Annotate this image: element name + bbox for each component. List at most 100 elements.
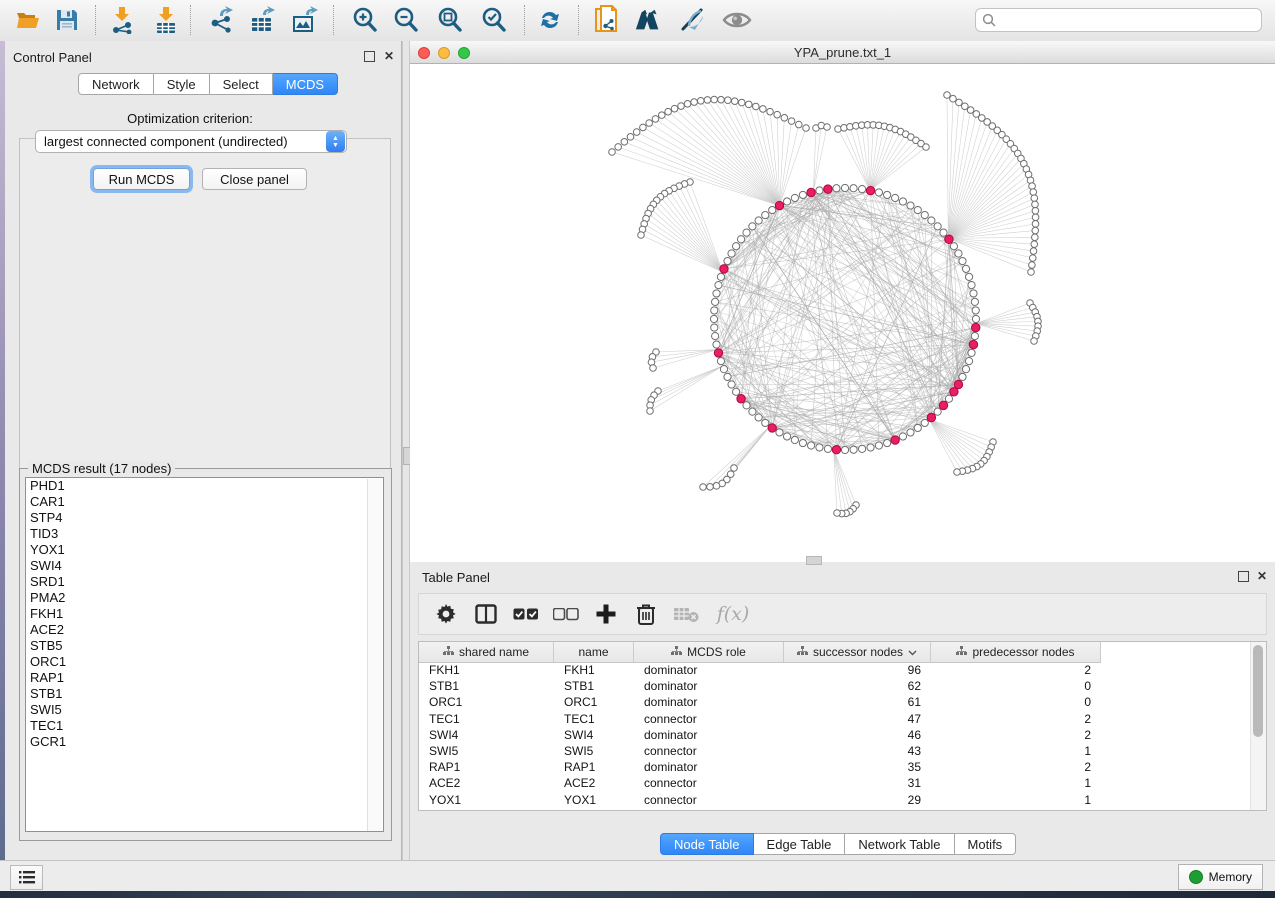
table-cell[interactable]: ORC1 [554,695,634,709]
table-row[interactable]: PHD1PHD1dominator180 [419,808,1101,811]
table-row[interactable]: ORC1ORC1dominator610 [419,694,1101,710]
table-cell[interactable]: SWI5 [554,744,634,758]
table-cell[interactable]: 2 [931,712,1101,726]
table-row[interactable]: RAP1RAP1dominator352 [419,759,1101,775]
mcds-result-item[interactable]: STB5 [26,638,383,654]
mcds-result-item[interactable]: SRD1 [26,574,383,590]
table-scrollbar-thumb[interactable] [1253,645,1263,737]
table-cell[interactable]: SWI5 [419,744,554,758]
table-cell[interactable]: YOX1 [554,793,634,807]
table-cell[interactable]: connector [634,793,784,807]
tab-edge-table[interactable]: Edge Table [754,833,846,855]
table-row[interactable]: TEC1TEC1connector472 [419,711,1101,727]
table-cell[interactable]: 62 [784,679,931,693]
network-search-field[interactable] [975,8,1262,32]
table-scrollbar[interactable] [1250,642,1266,810]
table-cell[interactable]: TEC1 [419,712,554,726]
network-window-titlebar[interactable]: YPA_prune.txt_1 [410,41,1275,64]
horizontal-splitter-handle[interactable] [806,556,822,565]
open-session-icon[interactable] [13,6,43,34]
table-cell[interactable]: dominator [634,663,784,677]
table-cell[interactable]: dominator [634,728,784,742]
table-cell[interactable]: 1 [931,776,1101,790]
save-session-icon[interactable] [52,6,82,34]
mcds-result-item[interactable]: RAP1 [26,670,383,686]
table-cell[interactable]: dominator [634,695,784,709]
table-cell[interactable]: STB1 [554,679,634,693]
tab-network[interactable]: Network [78,73,154,95]
column-layout-icon[interactable] [473,601,499,627]
column-header-predecessor-nodes[interactable]: predecessor nodes [931,642,1101,662]
criterion-dropdown[interactable]: largest connected component (undirected)… [35,130,347,153]
clone-network-icon[interactable] [591,6,621,34]
tab-select[interactable]: Select [210,73,273,95]
search-input[interactable] [996,12,1255,28]
mcds-result-item[interactable]: FKH1 [26,606,383,622]
mcds-result-item[interactable]: SWI4 [26,558,383,574]
table-cell[interactable]: 0 [931,809,1101,811]
tab-motifs[interactable]: Motifs [955,833,1017,855]
select-all-columns-icon[interactable] [513,601,539,627]
table-row[interactable]: FKH1FKH1dominator962 [419,662,1101,678]
table-cell[interactable]: dominator [634,760,784,774]
tab-style[interactable]: Style [154,73,210,95]
table-cell[interactable]: 96 [784,663,931,677]
table-cell[interactable]: PHD1 [554,809,634,811]
mcds-result-item[interactable]: YOX1 [26,542,383,558]
mcds-result-item[interactable]: ORC1 [26,654,383,670]
close-panel-icon[interactable]: ✕ [383,50,395,62]
table-cell[interactable]: connector [634,712,784,726]
show-details-eye-icon[interactable] [722,6,752,34]
table-cell[interactable]: 61 [784,695,931,709]
mcds-result-item[interactable]: ACE2 [26,622,383,638]
float-table-panel-icon[interactable] [1237,571,1249,583]
table-cell[interactable]: 2 [931,760,1101,774]
memory-button[interactable]: Memory [1178,864,1263,890]
table-cell[interactable]: ACE2 [419,776,554,790]
table-cell[interactable]: dominator [634,809,784,811]
table-cell[interactable]: ACE2 [554,776,634,790]
table-cell[interactable]: 1 [931,793,1101,807]
export-table-icon[interactable] [248,6,278,34]
table-row[interactable]: ACE2ACE2connector311 [419,775,1101,791]
table-cell[interactable]: STB1 [419,679,554,693]
table-cell[interactable]: 31 [784,776,931,790]
mcds-result-item[interactable]: CAR1 [26,494,383,510]
table-row[interactable]: SWI5SWI5connector431 [419,743,1101,759]
hide-details-icon[interactable] [678,6,708,34]
table-cell[interactable]: 0 [931,695,1101,709]
zoom-in-icon[interactable] [350,6,380,34]
table-cell[interactable]: RAP1 [554,760,634,774]
table-cell[interactable]: YOX1 [419,793,554,807]
add-column-icon[interactable] [593,601,619,627]
import-table-icon[interactable] [151,6,181,34]
table-cell[interactable]: 18 [784,809,931,811]
column-header-successor-nodes[interactable]: successor nodes [784,642,931,662]
export-network-icon[interactable] [207,6,237,34]
table-cell[interactable]: connector [634,776,784,790]
table-cell[interactable]: 47 [784,712,931,726]
table-cell[interactable]: 2 [931,663,1101,677]
column-header-shared-name[interactable]: shared name [419,642,554,662]
table-row[interactable]: STB1STB1dominator620 [419,678,1101,694]
table-cell[interactable]: 29 [784,793,931,807]
table-cell[interactable]: PHD1 [419,809,554,811]
zoom-selected-icon[interactable] [479,6,509,34]
table-cell[interactable]: 2 [931,728,1101,742]
column-header-MCDS-role[interactable]: MCDS role [634,642,784,662]
table-cell[interactable]: ORC1 [419,695,554,709]
tab-node-table[interactable]: Node Table [660,833,754,855]
run-mcds-button[interactable]: Run MCDS [93,168,190,190]
table-row[interactable]: YOX1YOX1connector291 [419,792,1101,808]
table-cell[interactable]: SWI4 [419,728,554,742]
table-cell[interactable]: connector [634,744,784,758]
table-cell[interactable]: RAP1 [419,760,554,774]
table-cell[interactable]: FKH1 [419,663,554,677]
table-cell[interactable]: 43 [784,744,931,758]
mcds-result-item[interactable]: PHD1 [26,478,383,494]
close-table-panel-icon[interactable]: ✕ [1256,570,1268,582]
tab-mcds[interactable]: MCDS [273,73,338,95]
result-list-scrollbar[interactable] [367,479,382,832]
refresh-icon[interactable] [535,6,565,34]
mcds-result-list[interactable]: PHD1CAR1STP4TID3YOX1SWI4SRD1PMA2FKH1ACE2… [25,477,384,832]
